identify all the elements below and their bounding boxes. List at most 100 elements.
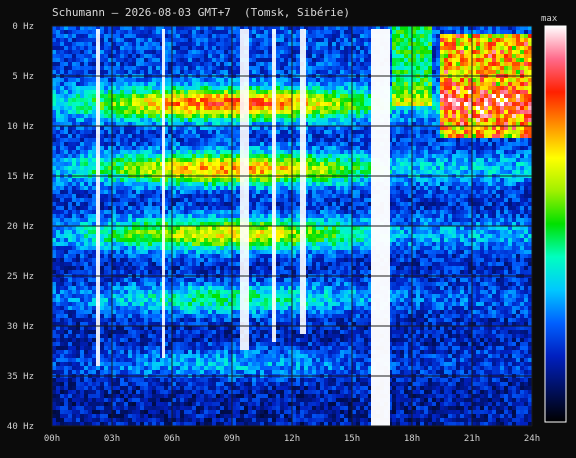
- heatmap-cell: [412, 98, 416, 102]
- heatmap-cell: [528, 46, 532, 50]
- heatmap-cell: [416, 38, 420, 42]
- heatmap-cell: [148, 158, 152, 162]
- heatmap-cell: [448, 130, 452, 134]
- heatmap-cell: [408, 178, 412, 182]
- heatmap-cell: [476, 86, 480, 90]
- heatmap-cell: [516, 62, 520, 66]
- heatmap-cell: [296, 42, 300, 46]
- heatmap-cell: [500, 142, 504, 146]
- heatmap-cell: [156, 114, 160, 118]
- heatmap-cell: [236, 106, 240, 110]
- heatmap-cell: [392, 106, 396, 110]
- heatmap-cell: [200, 150, 204, 154]
- heatmap-cell: [216, 90, 220, 94]
- heatmap-cell: [144, 106, 148, 110]
- heatmap-cell: [332, 30, 336, 34]
- heatmap-cell: [60, 62, 64, 66]
- heatmap-cell: [392, 94, 396, 98]
- heatmap-cell: [460, 94, 464, 98]
- heatmap-cell: [516, 38, 520, 42]
- heatmap-cell: [396, 54, 400, 58]
- heatmap-cell: [512, 90, 516, 94]
- heatmap-cell: [360, 42, 364, 46]
- heatmap-cell: [492, 158, 496, 162]
- heatmap-cell: [448, 138, 452, 142]
- heatmap-cell: [452, 186, 456, 190]
- heatmap-cell: [316, 178, 320, 182]
- heatmap-cell: [324, 166, 328, 170]
- heatmap-cell: [412, 46, 416, 50]
- heatmap-cell: [324, 150, 328, 154]
- heatmap-cell: [116, 86, 120, 90]
- heatmap-cell: [80, 182, 84, 186]
- heatmap-cell: [456, 26, 460, 30]
- heatmap-cell: [520, 66, 524, 70]
- heatmap-cell: [468, 142, 472, 146]
- heatmap-cell: [420, 126, 424, 130]
- heatmap-cell: [436, 102, 440, 106]
- heatmap-cell: [224, 134, 228, 138]
- heatmap-cell: [420, 42, 424, 46]
- heatmap-cell: [184, 58, 188, 62]
- heatmap-cell: [296, 66, 300, 70]
- heatmap-cell: [196, 78, 200, 82]
- heatmap-cell: [520, 86, 524, 90]
- heatmap-cell: [436, 46, 440, 50]
- heatmap-cell: [492, 42, 496, 46]
- heatmap-cell: [124, 86, 128, 90]
- heatmap-cell: [152, 34, 156, 38]
- heatmap-cell: [152, 182, 156, 186]
- heatmap-cell: [360, 54, 364, 58]
- heatmap-cell: [108, 86, 112, 90]
- heatmap-cell: [84, 162, 88, 166]
- heatmap-cell: [416, 178, 420, 182]
- heatmap-cell: [320, 166, 324, 170]
- heatmap-cell: [344, 90, 348, 94]
- heatmap-cell: [348, 186, 352, 190]
- heatmap-cell: [312, 178, 316, 182]
- heatmap-cell: [72, 58, 76, 62]
- heatmap-cell: [252, 190, 256, 194]
- heatmap-cell: [308, 146, 312, 150]
- heatmap-cell: [468, 102, 472, 106]
- heatmap-cell: [116, 158, 120, 162]
- heatmap-cell: [412, 70, 416, 74]
- heatmap-cell: [156, 138, 160, 142]
- heatmap-cell: [516, 130, 520, 134]
- heatmap-cell: [88, 126, 92, 130]
- heatmap-cell: [468, 94, 472, 98]
- heatmap-cell: [156, 86, 160, 90]
- heatmap-cell: [80, 118, 84, 122]
- heatmap-cell: [444, 38, 448, 42]
- heatmap-cell: [492, 126, 496, 130]
- heatmap-cell: [208, 102, 212, 106]
- heatmap-cell: [168, 78, 172, 82]
- heatmap-cell: [156, 186, 160, 190]
- heatmap-cell: [452, 94, 456, 98]
- heatmap-cell: [288, 154, 292, 158]
- heatmap-cell: [216, 78, 220, 82]
- heatmap-cell: [324, 114, 328, 118]
- heatmap-cell: [484, 102, 488, 106]
- heatmap-cell: [308, 134, 312, 138]
- heatmap-cell: [512, 182, 516, 186]
- heatmap-cell: [208, 166, 212, 170]
- heatmap-cell: [524, 138, 528, 142]
- heatmap-cell: [392, 50, 396, 54]
- heatmap-cell: [400, 118, 404, 122]
- heatmap-cell: [188, 26, 192, 30]
- heatmap-cell: [332, 78, 336, 82]
- heatmap-cell: [420, 82, 424, 86]
- heatmap-cell: [296, 118, 300, 122]
- heatmap-cell: [72, 34, 76, 38]
- heatmap-cell: [440, 90, 444, 94]
- heatmap-cell: [64, 42, 68, 46]
- heatmap-cell: [92, 30, 96, 34]
- heatmap-cell: [412, 118, 416, 122]
- heatmap-cell: [424, 134, 428, 138]
- heatmap-cell: [172, 122, 176, 126]
- heatmap-cell: [200, 50, 204, 54]
- heatmap-cell: [360, 46, 364, 50]
- heatmap-cell: [84, 146, 88, 150]
- heatmap-cell: [476, 110, 480, 114]
